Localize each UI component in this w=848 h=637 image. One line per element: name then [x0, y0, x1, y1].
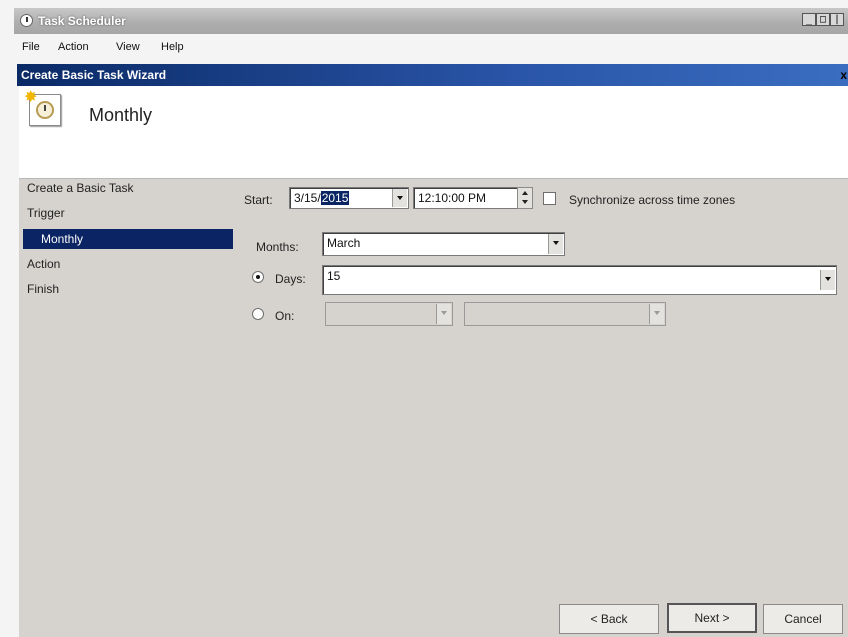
- wizard-nav-pane: Create a Basic Task Trigger Monthly Acti…: [19, 179, 237, 637]
- nav-item-trigger[interactable]: Trigger: [27, 206, 65, 220]
- nav-item-create-basic-task[interactable]: Create a Basic Task: [27, 181, 134, 195]
- menu-file[interactable]: File: [22, 41, 40, 53]
- days-label: Days:: [275, 272, 306, 286]
- nav-item-monthly-label: Monthly: [41, 232, 84, 246]
- wizard-banner: ✸ Monthly: [19, 86, 848, 179]
- start-date-year: 2015: [320, 191, 350, 205]
- days-dropdown[interactable]: 15: [322, 265, 837, 295]
- on-day-dropdown: [464, 302, 666, 326]
- app-title: Task Scheduler: [38, 14, 126, 28]
- on-week-dropdown: [325, 302, 453, 326]
- window-controls: _ □ |: [802, 13, 844, 26]
- app-title-bar[interactable]: Task Scheduler _ □ |: [14, 8, 848, 34]
- next-button[interactable]: Next >: [667, 603, 757, 633]
- banner-title: Monthly: [89, 105, 153, 125]
- start-time-value: 12:10:00 PM: [418, 191, 487, 205]
- menu-help[interactable]: Help: [161, 41, 184, 53]
- nav-item-action[interactable]: Action: [27, 257, 60, 271]
- sync-time-zones-label: Synchronize across time zones: [569, 193, 736, 207]
- months-label: Months:: [256, 240, 299, 254]
- months-value: March: [327, 236, 361, 250]
- wizard-close-button[interactable]: x: [840, 68, 847, 82]
- menu-view[interactable]: View: [116, 41, 140, 53]
- chevron-down-icon: [436, 304, 451, 324]
- restore-button[interactable]: □: [816, 13, 830, 26]
- on-radio[interactable]: [252, 308, 264, 320]
- clock-icon: ✸: [24, 89, 61, 126]
- minimize-button[interactable]: _: [802, 13, 816, 26]
- menu-action[interactable]: Action: [58, 41, 89, 53]
- time-spinner[interactable]: [517, 187, 533, 209]
- on-label: On:: [275, 309, 295, 323]
- days-radio[interactable]: [252, 271, 264, 283]
- wizard-title: Create Basic Task Wizard: [21, 68, 167, 82]
- chevron-down-icon[interactable]: [820, 270, 835, 290]
- days-value: 15: [327, 269, 341, 283]
- start-label: Start:: [244, 193, 273, 207]
- sync-time-zones-checkbox[interactable]: [543, 192, 556, 205]
- months-dropdown[interactable]: March: [322, 232, 565, 256]
- star-icon: ✸: [24, 89, 38, 106]
- date-dropdown-arrow-icon[interactable]: [392, 189, 407, 207]
- close-button[interactable]: |: [830, 13, 844, 26]
- back-button[interactable]: < Back: [559, 604, 659, 634]
- menu-bar: File Action View Help: [14, 36, 848, 60]
- cancel-button[interactable]: Cancel: [763, 604, 843, 634]
- chevron-down-icon: [649, 304, 664, 324]
- start-time-field[interactable]: 12:10:00 PM: [413, 187, 519, 209]
- task-scheduler-icon: [20, 14, 33, 27]
- start-date-picker[interactable]: 3/15/2015: [289, 187, 409, 209]
- start-date-prefix: 3/15/: [294, 191, 321, 205]
- chevron-down-icon[interactable]: [548, 234, 563, 254]
- wizard-title-bar[interactable]: Create Basic Task Wizard x: [17, 64, 848, 86]
- trigger-settings-pane: Start: 3/15/2015 12:10:00 PM Synchronize…: [237, 179, 848, 637]
- nav-item-finish[interactable]: Finish: [27, 282, 59, 296]
